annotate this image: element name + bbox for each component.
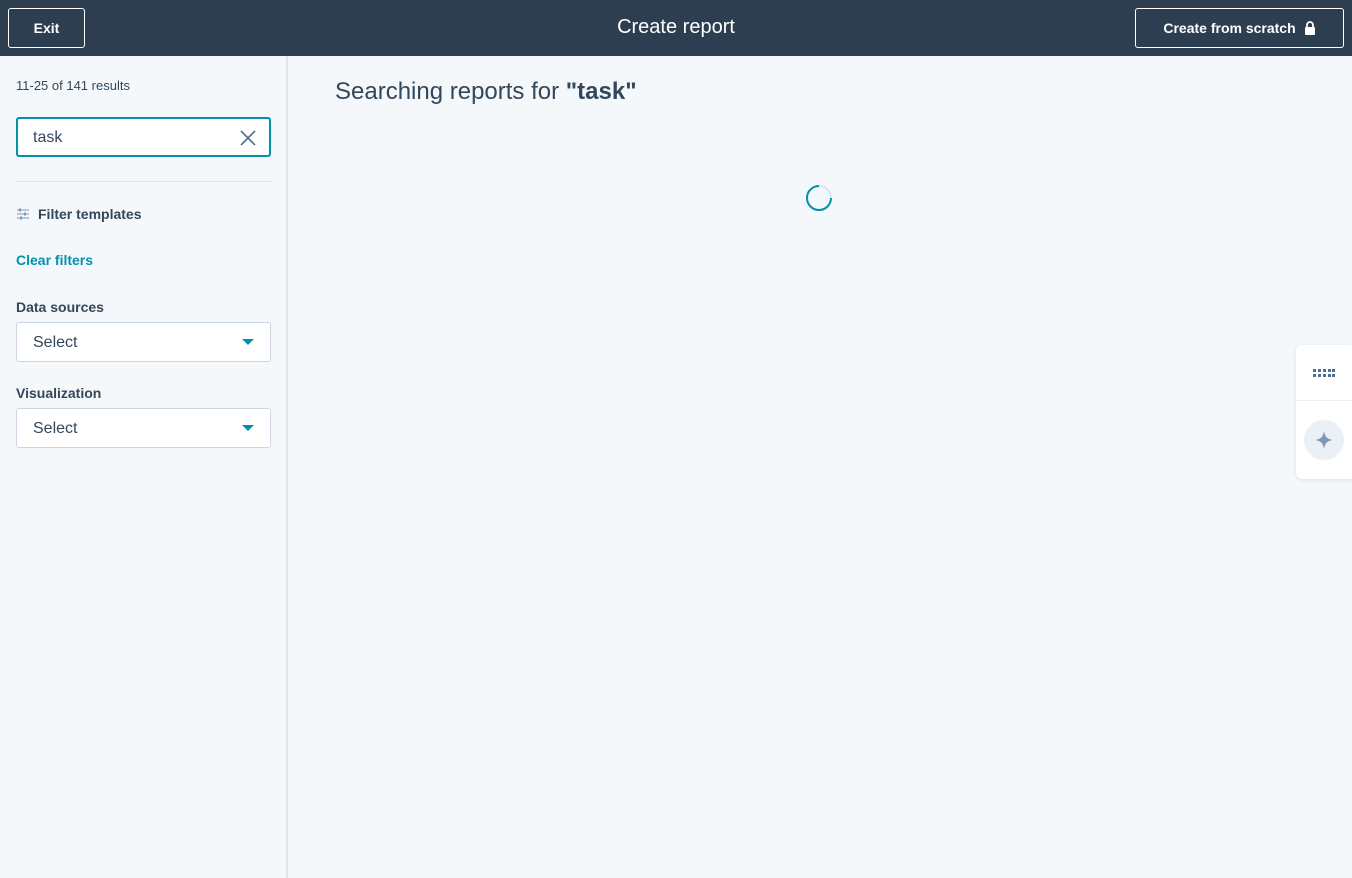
search-input[interactable] <box>33 128 223 148</box>
clear-search-icon[interactable] <box>239 129 257 147</box>
filter-heading: Filter templates <box>16 206 141 222</box>
exit-button[interactable]: Exit <box>8 8 85 48</box>
data-sources-value: Select <box>33 334 78 351</box>
grid-dots-icon <box>1313 368 1335 377</box>
page-title: Create report <box>617 16 735 38</box>
sparkle-icon <box>1315 431 1333 449</box>
main-content: Searching reports for "task" <box>290 56 1352 878</box>
visualization-value: Select <box>33 420 78 437</box>
search-box <box>16 117 271 157</box>
divider <box>16 181 271 182</box>
top-bar: Exit Create report Create from scratch <box>0 0 1352 56</box>
filter-heading-label: Filter templates <box>38 206 142 222</box>
lock-icon <box>1304 21 1315 35</box>
search-heading: Searching reports for "task" <box>335 78 637 106</box>
results-count: 11-25 of 141 results <box>16 78 130 93</box>
search-heading-query: "task" <box>565 78 637 105</box>
clear-filters-link[interactable]: Clear filters <box>16 252 93 268</box>
create-from-scratch-button[interactable]: Create from scratch <box>1135 8 1344 48</box>
apps-grid-button[interactable] <box>1296 345 1352 401</box>
sidebar: 11-25 of 141 results Filter templates Cl… <box>0 56 288 878</box>
ai-assistant-button[interactable] <box>1304 420 1344 460</box>
caret-down-icon <box>242 339 254 345</box>
data-sources-select[interactable]: Select <box>16 322 271 362</box>
filter-sliders-icon <box>17 208 29 220</box>
side-panel <box>1296 345 1352 479</box>
create-from-scratch-label: Create from scratch <box>1163 20 1296 36</box>
search-heading-prefix: Searching reports for <box>335 78 566 105</box>
data-sources-label: Data sources <box>16 299 104 315</box>
caret-down-icon <box>242 425 254 431</box>
visualization-select[interactable]: Select <box>16 408 271 448</box>
visualization-label: Visualization <box>16 385 102 401</box>
loading-spinner-icon <box>806 185 832 211</box>
